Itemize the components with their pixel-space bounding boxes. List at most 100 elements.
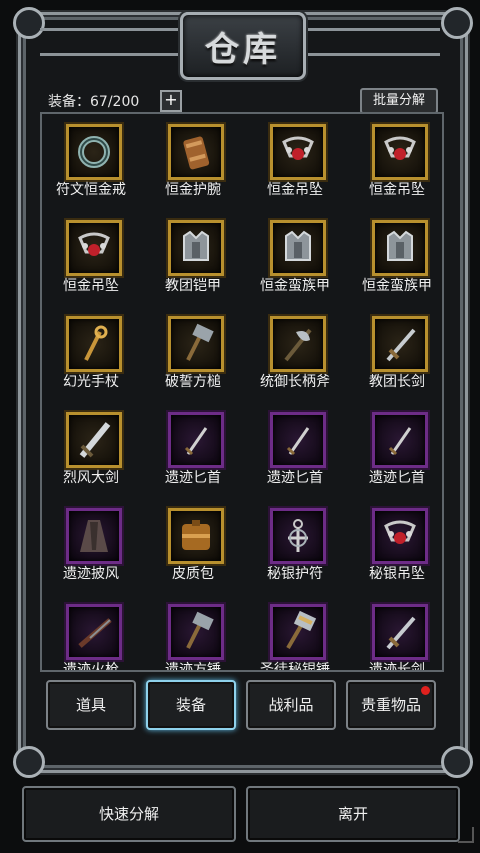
item-frame <box>270 124 326 180</box>
page-title: 仓库 <box>205 29 281 70</box>
item-frame <box>270 316 326 372</box>
leave-button[interactable]: 离开 <box>246 786 460 842</box>
inventory-slot[interactable]: 遗迹匕首 <box>350 402 442 498</box>
inventory-slot[interactable]: 恒金蛮族甲 <box>248 210 348 306</box>
inventory-slot[interactable]: 恒金吊坠 <box>44 210 144 306</box>
hammer-icon <box>186 611 214 649</box>
staff-icon <box>84 325 108 361</box>
item-frame <box>372 316 428 372</box>
item-name: 恒金蛮族甲 <box>362 278 432 294</box>
bulk-disassemble-button[interactable]: 批量分解 <box>360 88 438 114</box>
item-frame <box>372 508 428 564</box>
ring-icon <box>78 136 110 168</box>
inventory-slot[interactable]: 烈风大剑 <box>44 402 144 498</box>
pendant-icon <box>282 136 314 160</box>
item-name: 烈风大剑 <box>63 470 119 486</box>
item-name: 秘银吊坠 <box>369 566 425 582</box>
item-frame <box>66 124 122 180</box>
item-frame <box>66 412 122 468</box>
item-frame <box>372 220 428 276</box>
inventory-slot[interactable]: 符文恒金戒 <box>44 114 144 210</box>
cloak-icon <box>80 520 108 552</box>
bag-icon <box>182 520 210 550</box>
item-name: 遗迹方锤 <box>165 662 221 672</box>
hammer-icon <box>186 323 214 361</box>
greatsword-icon <box>79 422 111 458</box>
item-frame <box>66 316 122 372</box>
inventory-slot[interactable]: 遗迹火枪 <box>44 594 144 672</box>
dagger-icon <box>184 427 208 456</box>
item-frame <box>270 508 326 564</box>
inventory-slot[interactable]: 遗迹匕首 <box>146 402 246 498</box>
tab-label: 战利品 <box>268 696 314 714</box>
item-name: 遗迹披风 <box>63 566 119 582</box>
inventory-slot[interactable]: 遗迹匕首 <box>248 402 348 498</box>
musket-icon <box>78 618 112 648</box>
inventory-slot[interactable]: 遗迹披风 <box>44 498 144 594</box>
inventory-slot[interactable]: 幻光手杖 <box>44 306 144 402</box>
title-plate: 仓库 <box>180 12 306 80</box>
capacity-count: 装备：67/200 <box>48 94 140 110</box>
sword-icon <box>386 328 416 362</box>
armor-icon <box>183 230 209 261</box>
item-frame <box>270 604 326 660</box>
item-frame <box>168 220 224 276</box>
item-name: 符文恒金戒 <box>56 182 126 198</box>
item-name: 破誓方槌 <box>165 374 221 390</box>
inventory-slot[interactable]: 皮质包 <box>146 498 246 594</box>
inventory-slot[interactable]: 恒金吊坠 <box>248 114 348 210</box>
inventory-slot[interactable]: 恒金护腕 <box>146 114 246 210</box>
pendant-icon <box>384 136 416 160</box>
tab-3[interactable]: 贵重物品 <box>346 680 436 730</box>
item-name: 遗迹匕首 <box>165 470 221 486</box>
armor-icon <box>387 230 413 261</box>
item-name: 圣徒秘银锤 <box>260 662 330 672</box>
item-frame <box>168 508 224 564</box>
notification-badge <box>421 686 430 695</box>
item-name: 遗迹长剑 <box>369 662 425 672</box>
inventory-slot[interactable]: 遗迹方锤 <box>146 594 246 672</box>
bracer-icon <box>183 136 210 170</box>
item-name: 恒金护腕 <box>165 182 221 198</box>
tab-0[interactable]: 道具 <box>46 680 136 730</box>
title-wing-left <box>40 28 180 56</box>
tab-2[interactable]: 战利品 <box>246 680 336 730</box>
item-name: 遗迹火枪 <box>63 662 119 672</box>
inventory-slot[interactable]: 恒金吊坠 <box>350 114 442 210</box>
item-name: 恒金蛮族甲 <box>260 278 330 294</box>
item-frame <box>372 412 428 468</box>
item-frame <box>66 220 122 276</box>
frame-corner-ornament <box>441 746 473 778</box>
inventory-slot[interactable]: 圣徒秘银锤 <box>248 594 348 672</box>
item-frame <box>168 124 224 180</box>
item-grid-panel[interactable]: 符文恒金戒 恒金护腕 恒金吊坠 恒金吊坠 恒金吊坠 教团铠甲 恒金蛮族甲 恒金蛮族甲 幻光手杖破… <box>40 112 444 672</box>
item-name: 恒金吊坠 <box>267 182 323 198</box>
armor-icon <box>285 230 311 261</box>
inventory-slot[interactable]: 秘银吊坠 <box>350 498 442 594</box>
corner-handle-icon <box>458 827 474 843</box>
item-name: 统御长柄斧 <box>260 374 330 390</box>
dagger-icon <box>286 427 310 456</box>
mace-icon <box>286 610 317 650</box>
inventory-topbar: 装备：67/200 + 批量分解 <box>46 88 438 114</box>
item-frame <box>168 604 224 660</box>
amulet-icon <box>288 519 308 552</box>
item-name: 恒金吊坠 <box>63 278 119 294</box>
item-frame <box>168 316 224 372</box>
inventory-slot[interactable]: 恒金蛮族甲 <box>350 210 442 306</box>
item-frame <box>270 412 326 468</box>
item-frame <box>66 604 122 660</box>
inventory-slot[interactable]: 秘银护符 <box>248 498 348 594</box>
quick-disassemble-button[interactable]: 快速分解 <box>22 786 236 842</box>
inventory-slot[interactable]: 教团铠甲 <box>146 210 246 306</box>
inventory-slot[interactable]: 统御长柄斧 <box>248 306 348 402</box>
expand-capacity-button[interactable]: + <box>160 90 182 112</box>
inventory-slot[interactable]: 遗迹长剑 <box>350 594 442 672</box>
inventory-slot[interactable]: 破誓方槌 <box>146 306 246 402</box>
inventory-slot[interactable]: 教团长剑 <box>350 306 442 402</box>
item-frame <box>372 604 428 660</box>
tab-1[interactable]: 装备 <box>146 680 236 730</box>
sword-icon <box>386 616 416 650</box>
item-frame <box>66 508 122 564</box>
item-frame <box>168 412 224 468</box>
